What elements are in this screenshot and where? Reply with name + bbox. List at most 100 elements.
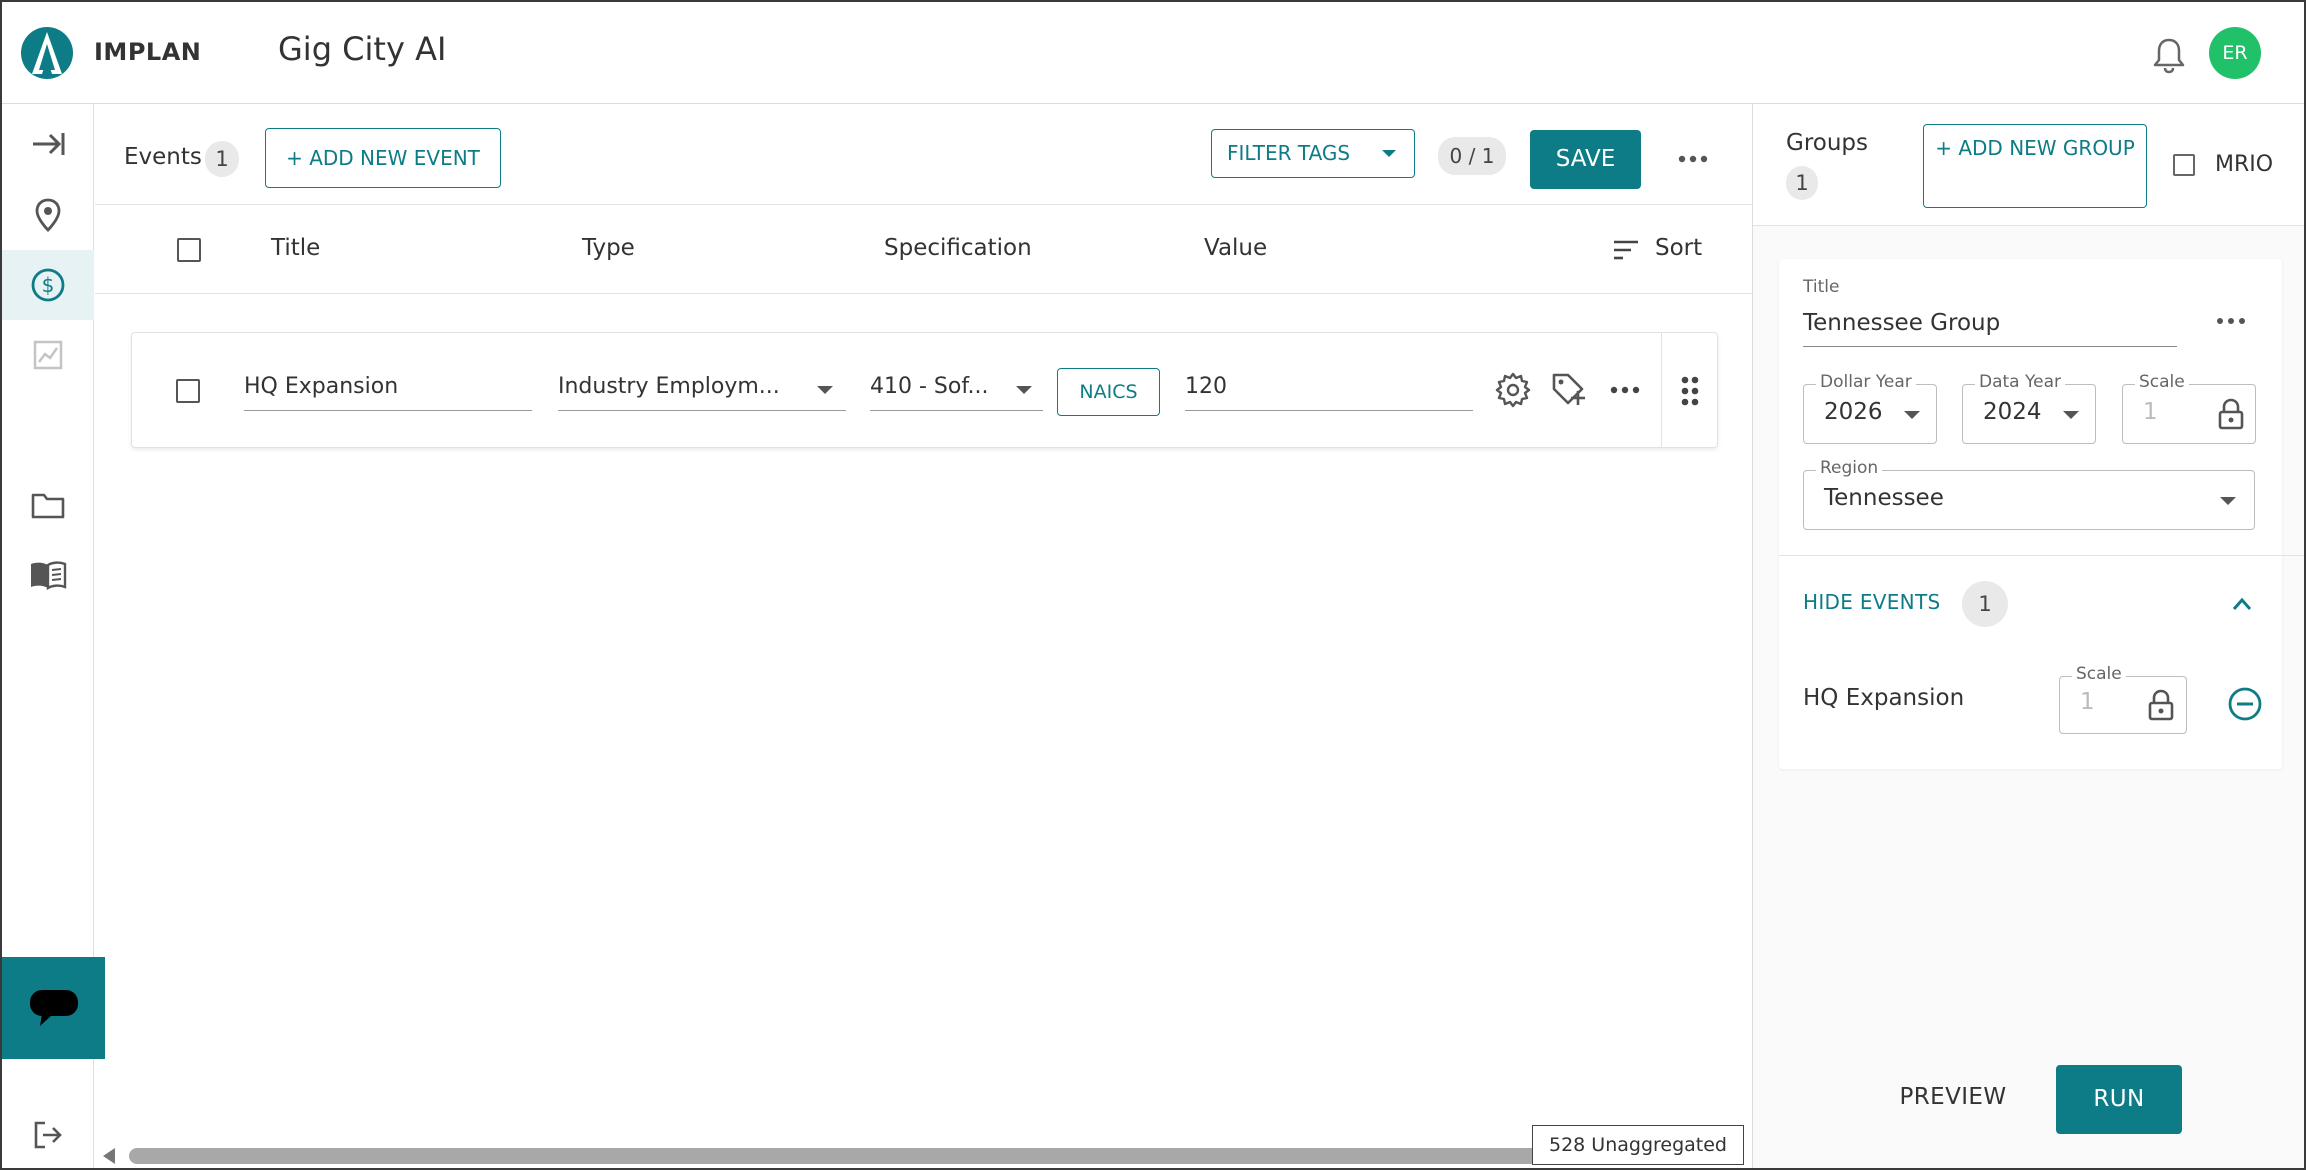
group-card: Title Tennessee Group Dollar Year 2026 D… bbox=[1779, 259, 2304, 769]
mrio-label: MRIO bbox=[2215, 152, 2274, 177]
group-event-scale-label: Scale bbox=[2072, 664, 2126, 684]
event-type-select[interactable]: Industry Employm... bbox=[558, 367, 846, 411]
column-header-title[interactable]: Title bbox=[271, 235, 320, 261]
column-header-value[interactable]: Value bbox=[1204, 235, 1267, 261]
region-select[interactable]: Region Tennessee bbox=[1803, 458, 2255, 530]
group-event-scale-value: 1 bbox=[2080, 689, 2095, 715]
add-new-group-button[interactable]: + ADD NEW GROUP bbox=[1923, 124, 2147, 208]
dollar-circle-icon: $ bbox=[31, 268, 65, 302]
sort-button[interactable]: Sort bbox=[1655, 235, 1702, 261]
scale-label: Scale bbox=[2135, 372, 2189, 392]
region-value: Tennessee bbox=[1824, 485, 1944, 511]
groups-count-badge: 1 bbox=[1786, 166, 1818, 200]
select-all-checkbox[interactable] bbox=[177, 238, 201, 262]
more-horizontal-icon[interactable] bbox=[1675, 144, 1711, 174]
filter-tags-label: FILTER TAGS bbox=[1227, 141, 1351, 165]
naics-button[interactable]: NAICS bbox=[1057, 368, 1160, 416]
event-value-input[interactable]: 120 bbox=[1185, 367, 1473, 411]
unaggregated-status: 528 Unaggregated bbox=[1532, 1125, 1744, 1165]
folder-icon bbox=[31, 493, 65, 519]
hide-events-section: HIDE EVENTS 1 HQ Expansion Scale 1 bbox=[1779, 555, 2304, 767]
logout-icon bbox=[34, 1121, 62, 1149]
hide-events-toggle[interactable]: HIDE EVENTS bbox=[1803, 590, 1940, 614]
event-row: HQ Expansion Industry Employm... 410 - S… bbox=[131, 332, 1718, 448]
caret-down-icon bbox=[2220, 497, 2236, 505]
caret-down-icon bbox=[817, 386, 833, 394]
add-new-event-button[interactable]: + ADD NEW EVENT bbox=[265, 128, 501, 188]
group-title-label: Title bbox=[1799, 277, 1844, 297]
sort-icon[interactable] bbox=[1613, 239, 1639, 261]
caret-down-icon bbox=[2063, 411, 2079, 419]
events-table-header: Title Type Specification Value Sort bbox=[95, 204, 1752, 294]
event-specification-value: 410 - Sof... bbox=[870, 374, 989, 399]
scale-value: 1 bbox=[2143, 399, 2158, 425]
group-event-name: HQ Expansion bbox=[1803, 685, 1965, 711]
events-label: Events bbox=[124, 144, 202, 170]
events-pane: Events 1 + ADD NEW EVENT FILTER TAGS 0 /… bbox=[95, 104, 1752, 1168]
dollar-year-value: 2026 bbox=[1824, 399, 1883, 425]
scroll-left-icon[interactable] bbox=[103, 1148, 115, 1164]
filter-tags-dropdown[interactable]: FILTER TAGS bbox=[1211, 129, 1415, 178]
sidebar-item-logout[interactable] bbox=[2, 1100, 94, 1168]
book-icon bbox=[31, 561, 67, 590]
drag-dots-icon bbox=[1681, 376, 1699, 406]
bell-icon[interactable] bbox=[2152, 36, 2186, 74]
location-pin-icon bbox=[35, 198, 61, 232]
sidebar-item-economics[interactable]: $ bbox=[2, 250, 94, 320]
sidebar-item-location[interactable] bbox=[2, 180, 94, 250]
sidebar-item-expand[interactable] bbox=[2, 109, 94, 179]
dollar-year-select[interactable]: Dollar Year 2026 bbox=[1803, 372, 1937, 444]
lock-icon[interactable] bbox=[2218, 398, 2244, 430]
horizontal-scrollbar[interactable] bbox=[99, 1145, 1744, 1165]
caret-down-icon bbox=[1904, 411, 1920, 419]
top-bar: IMPLAN Gig City AI ER bbox=[2, 2, 2304, 104]
sidebar-item-projects[interactable] bbox=[2, 470, 94, 540]
add-tag-icon[interactable] bbox=[1550, 371, 1588, 409]
data-year-value: 2024 bbox=[1983, 399, 2042, 425]
chat-bubble-icon bbox=[29, 990, 78, 1026]
lock-icon[interactable] bbox=[2148, 689, 2174, 721]
avatar[interactable]: ER bbox=[2209, 27, 2261, 79]
sidebar-item-results[interactable] bbox=[2, 320, 94, 390]
events-count-badge: 1 bbox=[205, 141, 239, 177]
data-year-select[interactable]: Data Year 2024 bbox=[1962, 372, 2096, 444]
chart-icon bbox=[33, 340, 63, 370]
dollar-year-label: Dollar Year bbox=[1816, 372, 1916, 392]
drag-handle[interactable] bbox=[1661, 333, 1719, 447]
groups-header: Groups 1 + ADD NEW GROUP MRIO bbox=[1753, 104, 2304, 226]
preview-button[interactable]: PREVIEW bbox=[1874, 1084, 2032, 1114]
mrio-checkbox[interactable] bbox=[2173, 154, 2195, 176]
expand-arrow-icon bbox=[33, 133, 65, 155]
column-header-type[interactable]: Type bbox=[582, 235, 635, 261]
scrollbar-thumb[interactable] bbox=[129, 1148, 1649, 1164]
more-horizontal-icon[interactable] bbox=[1606, 371, 1644, 409]
event-row-checkbox[interactable] bbox=[176, 379, 200, 403]
implan-logo-icon bbox=[21, 27, 73, 79]
svg-text:$: $ bbox=[42, 273, 55, 297]
save-button[interactable]: SAVE bbox=[1530, 130, 1641, 189]
gear-icon[interactable] bbox=[1494, 371, 1532, 409]
page-title: Gig City AI bbox=[278, 30, 447, 68]
chat-button[interactable] bbox=[2, 957, 105, 1059]
more-horizontal-icon[interactable] bbox=[2213, 309, 2249, 333]
hide-events-count-badge: 1 bbox=[1962, 581, 2008, 627]
event-title-input[interactable]: HQ Expansion bbox=[244, 367, 532, 411]
chevron-up-icon[interactable] bbox=[2231, 596, 2253, 612]
groups-label: Groups bbox=[1786, 130, 1869, 156]
caret-down-icon bbox=[1382, 150, 1396, 157]
region-label: Region bbox=[1816, 458, 1883, 478]
column-header-specification[interactable]: Specification bbox=[884, 235, 1032, 261]
data-year-label: Data Year bbox=[1975, 372, 2065, 392]
caret-down-icon bbox=[1016, 386, 1032, 394]
group-event-scale-field[interactable]: Scale 1 bbox=[2059, 664, 2187, 734]
event-type-value: Industry Employm... bbox=[558, 374, 780, 399]
save-count-badge: 0 / 1 bbox=[1438, 137, 1506, 175]
brand-name: IMPLAN bbox=[94, 38, 202, 66]
group-title-input[interactable]: Tennessee Group bbox=[1803, 305, 2177, 347]
sidebar-item-library[interactable] bbox=[2, 540, 94, 610]
run-button[interactable]: RUN bbox=[2056, 1065, 2182, 1134]
groups-panel: Groups 1 + ADD NEW GROUP MRIO Title Tenn… bbox=[1752, 104, 2304, 1168]
remove-circle-icon[interactable] bbox=[2227, 686, 2263, 722]
app-window: IMPLAN Gig City AI ER $ Events 1 + ADD N… bbox=[0, 0, 2306, 1170]
group-scale-field[interactable]: Scale 1 bbox=[2122, 372, 2256, 444]
